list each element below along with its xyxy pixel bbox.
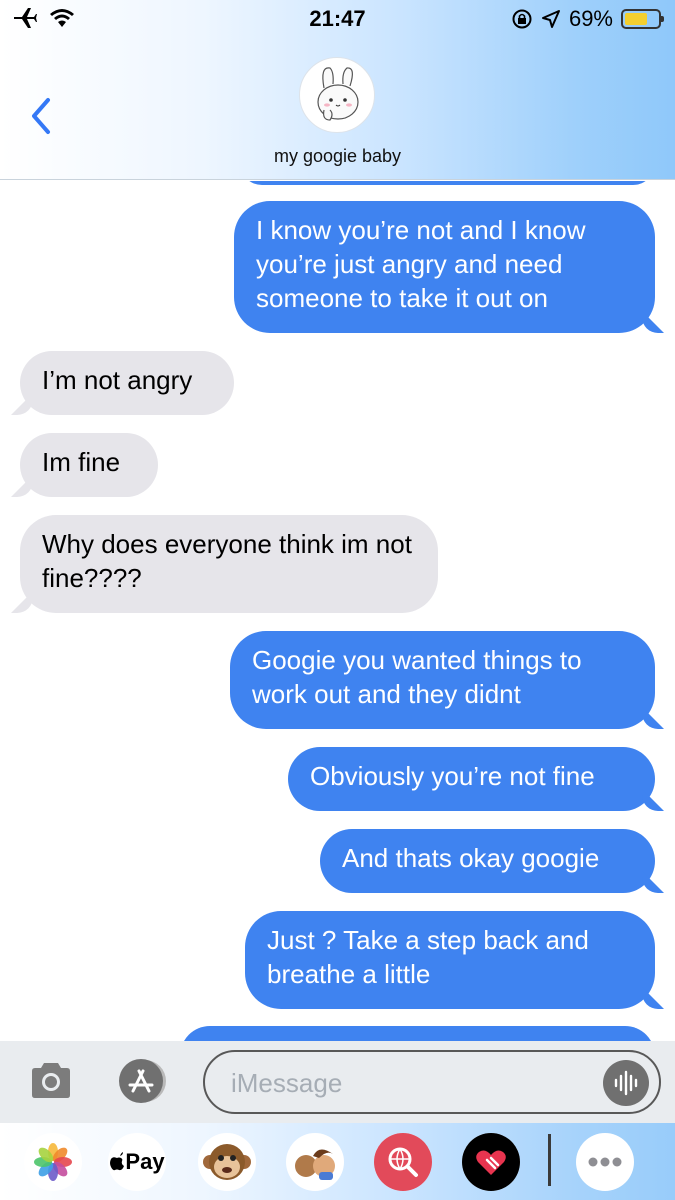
battery-percent: 69% <box>568 6 613 31</box>
waveform-icon <box>614 1070 638 1096</box>
apps-bar-divider <box>548 1134 551 1186</box>
message-text: I’m not angry <box>42 365 193 395</box>
photos-icon <box>24 1133 82 1191</box>
apple-pay-app-button[interactable]: Pay <box>108 1133 166 1191</box>
more-apps-button[interactable] <box>576 1133 634 1191</box>
web-images-search-app-button[interactable] <box>374 1133 432 1191</box>
animoji-app-button[interactable] <box>198 1133 256 1191</box>
message-text: Googie you wanted things to work out and… <box>252 645 582 709</box>
message-bubble-outgoing[interactable]: Obviously you’re not fine <box>288 747 655 811</box>
photos-app-button[interactable] <box>24 1133 82 1191</box>
message-text: Just ? Take a step back and breathe a li… <box>267 925 589 989</box>
memoji-stickers-app-button[interactable] <box>286 1133 344 1191</box>
digital-touch-app-button[interactable] <box>462 1133 520 1191</box>
message-bubble-incoming[interactable]: Why does everyone think im not fine???? <box>20 515 438 613</box>
status-bar: 21:47 69% <box>0 0 675 40</box>
rotation-lock-icon <box>512 9 532 29</box>
message-bubble-outgoing[interactable]: I know you’re not and I know you’re just… <box>234 201 655 333</box>
imessage-input[interactable] <box>231 1064 591 1102</box>
apple-logo-icon <box>110 1152 125 1171</box>
wifi-icon <box>50 9 74 27</box>
imessage-apps-bar: Pay <box>0 1123 675 1200</box>
memoji-stickers-icon <box>286 1133 344 1191</box>
message-text: And thats okay googie <box>342 843 600 873</box>
message-bubble-partial <box>240 181 655 185</box>
message-bubble-incoming[interactable]: Im fine <box>20 433 158 497</box>
camera-icon[interactable] <box>28 1059 74 1103</box>
message-bubble-outgoing[interactable]: Googie you wanted things to work out and… <box>230 631 655 729</box>
message-text: I know you’re not and I know you’re just… <box>256 215 586 313</box>
back-chevron-icon[interactable] <box>26 96 56 136</box>
status-right-icons: 69% <box>511 6 664 32</box>
audio-message-button[interactable] <box>603 1060 649 1106</box>
status-left-icons <box>12 6 76 30</box>
imessage-input-field[interactable] <box>203 1050 661 1114</box>
digital-touch-heart-icon <box>462 1133 520 1191</box>
apple-pay-label-wrap: Pay <box>108 1133 166 1191</box>
contact-name[interactable]: my googie baby <box>0 146 675 167</box>
location-icon <box>541 10 560 28</box>
more-dots-icon <box>576 1133 634 1191</box>
message-text: Im fine <box>42 447 121 477</box>
conversation-header: 21:47 69% my googie baby <box>0 0 675 180</box>
message-text: Why does everyone think im not fine???? <box>42 529 412 593</box>
message-thread[interactable]: I know you’re not and I know you’re just… <box>0 181 675 1041</box>
monkey-animoji-icon <box>198 1133 256 1191</box>
bunny-sticker-icon <box>317 67 359 121</box>
apple-pay-label: Pay <box>125 1149 165 1174</box>
battery-icon <box>621 9 664 29</box>
globe-search-icon <box>374 1133 432 1191</box>
message-text: Obviously you’re not fine <box>310 761 595 791</box>
message-bubble-outgoing[interactable]: And thats okay googie <box>320 829 655 893</box>
message-bubble-incoming[interactable]: I’m not angry <box>20 351 234 415</box>
airplane-mode-icon <box>14 8 37 28</box>
contact-avatar[interactable] <box>299 57 375 133</box>
message-bubble-partial <box>180 1026 655 1041</box>
app-store-icon[interactable] <box>113 1057 171 1105</box>
battery-level <box>625 13 648 25</box>
message-bubble-outgoing[interactable]: Just ? Take a step back and breathe a li… <box>245 911 655 1009</box>
message-composer <box>0 1041 675 1123</box>
